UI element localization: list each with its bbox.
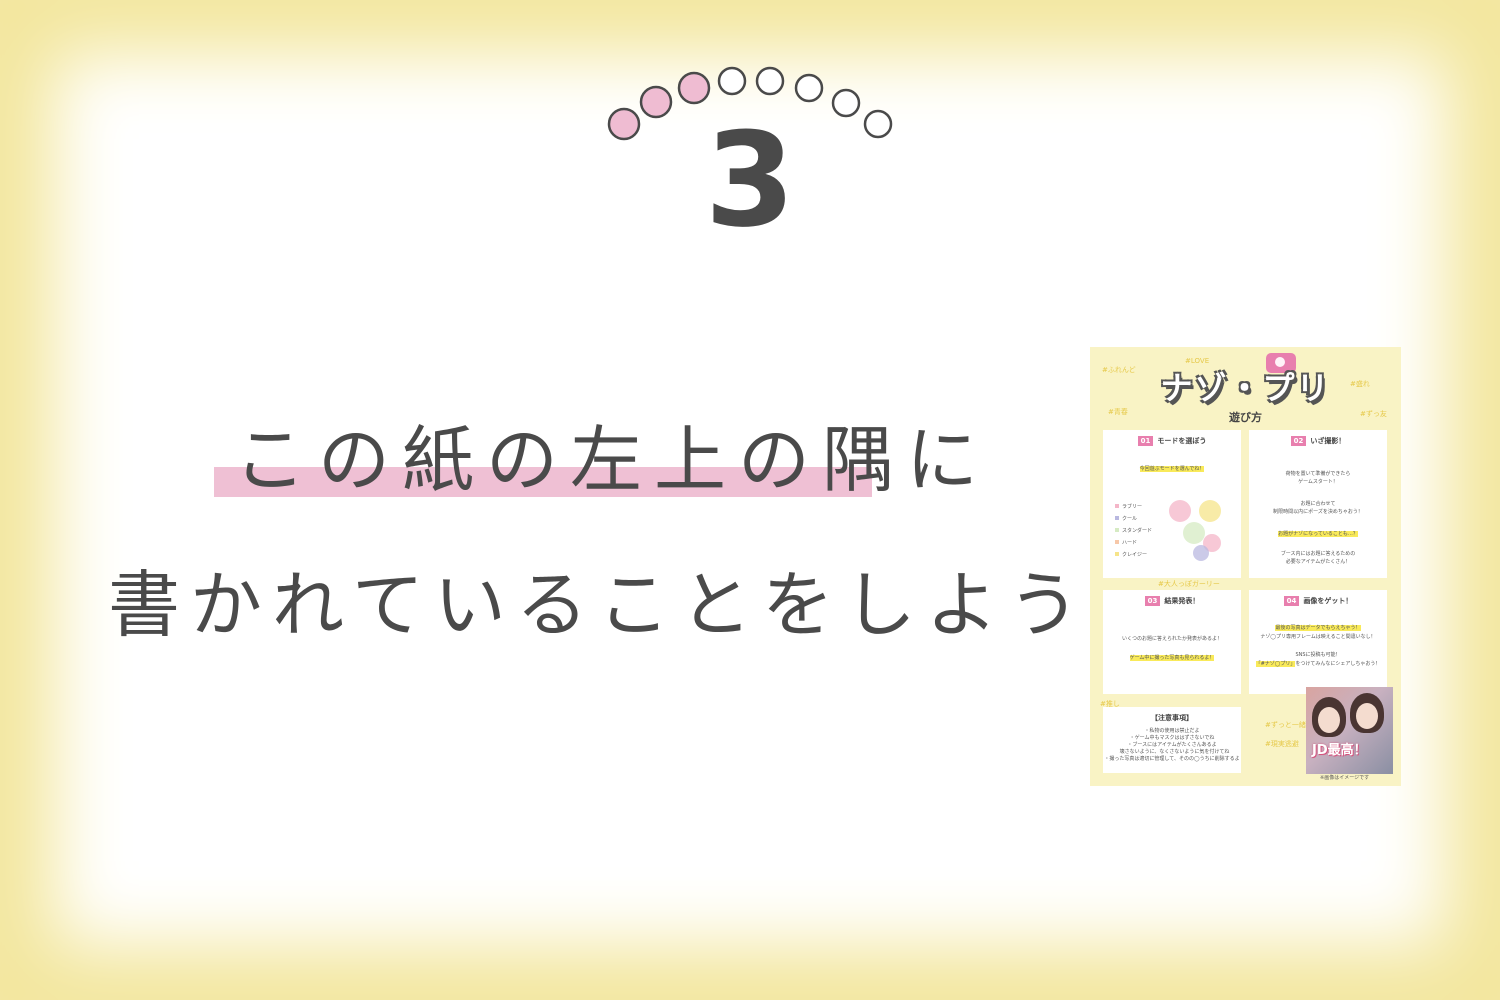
mode-item: クレイジー: [1115, 551, 1147, 558]
mode-item: クール: [1115, 515, 1137, 522]
step-card-04: 04 画像をゲット！ 最後の写真はデータでもらえちゃう！ ナゾ◯プリ専用フレームは…: [1249, 590, 1387, 694]
hashtag: #ずっと一緒: [1265, 721, 1306, 729]
notice-card: 【注意事項】 ・私物の使用は禁止だよ ・ゲーム中もマスクははずさないでね ・ブー…: [1103, 707, 1241, 773]
hashtag: #ふれんど: [1102, 366, 1136, 374]
step-number: 3: [704, 104, 796, 256]
progress-dot-5: [755, 66, 785, 96]
step-card-01: 01 モードを選ぼう 今回遊ぶモードを選んでね！ ラブリー クール スタンダード …: [1103, 430, 1241, 578]
sheet-subtitle: 遊び方: [1229, 411, 1262, 424]
card-highlight: 今回遊ぶモードを選んでね！: [1139, 466, 1205, 472]
step-card-02: 02 いざ撮影！ 荷物を置いて準備ができたら ゲームスタート！ お題に合わせて 制…: [1249, 430, 1387, 578]
instruction-sheet-image: #ふれんど #LOVE #青春 #ずっ友 #盛れ #現実逃避 #大人っぽガーリー…: [1090, 347, 1401, 786]
mode-item: スタンダード: [1115, 527, 1152, 534]
card-title: 02 いざ撮影！: [1249, 436, 1387, 446]
sheet-logo: ナゾ・プリ: [1160, 369, 1331, 407]
progress-dot-4: [717, 66, 747, 96]
mode-item: ラブリー: [1115, 503, 1142, 510]
mode-chart-bubble: [1183, 522, 1205, 544]
card-title: 04 画像をゲット！: [1249, 596, 1387, 606]
card-title: 01 モードを選ぼう: [1103, 436, 1241, 446]
hashtag: #現実逃避: [1265, 740, 1299, 748]
mode-chart-bubble: [1199, 500, 1221, 522]
photo-caption: JD最高！: [1312, 743, 1367, 758]
mode-item: ハード: [1115, 539, 1137, 546]
mode-chart-bubble: [1169, 500, 1191, 522]
card-title: 03 結果発表！: [1103, 596, 1241, 606]
progress-dot-3: [677, 71, 711, 105]
instruction-line-2: 書かれていることをしよう！: [108, 563, 1172, 647]
progress-dot-6: [794, 73, 824, 103]
sheet-footnote: ※画像はイメージです: [1320, 775, 1370, 781]
progress-dot-8: [863, 109, 893, 139]
step-card-03: 03 結果発表！ いくつのお題に答えられたか発表があるよ！ ゲーム中に撮った写真も…: [1103, 590, 1241, 694]
progress-dot-1: [607, 107, 641, 141]
instruction-line-1: この紙の左上の隅に: [234, 418, 991, 502]
hashtag: #大人っぽガーリー: [1158, 580, 1220, 588]
sample-photo: JD最高！: [1306, 687, 1393, 774]
hashtag: #盛れ: [1350, 380, 1370, 388]
mode-chart-bubble: [1193, 545, 1209, 561]
